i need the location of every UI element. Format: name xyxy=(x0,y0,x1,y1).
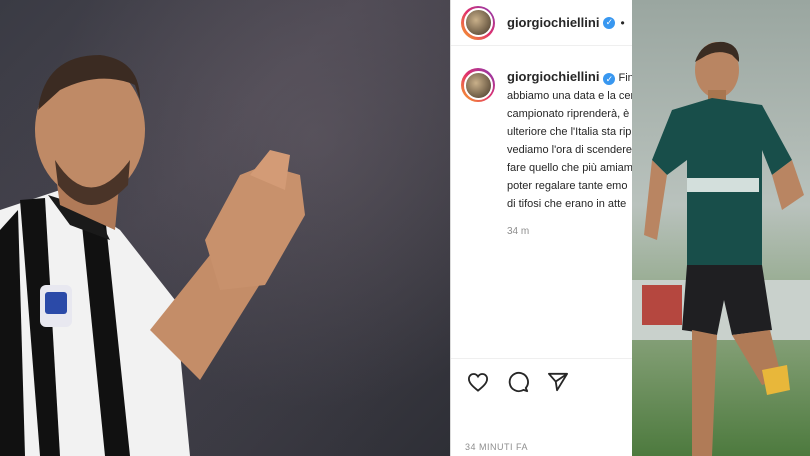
avatar[interactable] xyxy=(463,8,493,37)
caption-story-ring[interactable] xyxy=(461,68,495,102)
header-username[interactable]: giorgiochiellini xyxy=(507,15,599,30)
post-actions xyxy=(451,358,656,404)
caption-username[interactable]: giorgiochiellini xyxy=(507,69,599,84)
photo-training-player xyxy=(632,0,810,456)
training-player-illustration xyxy=(632,41,810,456)
heart-icon[interactable] xyxy=(467,372,489,392)
story-ring[interactable] xyxy=(461,5,495,40)
caption-comment: giorgiochiellini✓ Finalme abbiamo una da… xyxy=(451,46,656,241)
comment-icon[interactable] xyxy=(507,371,529,393)
verified-badge-icon: ✓ xyxy=(603,16,616,29)
verified-badge-icon: ✓ xyxy=(603,73,616,85)
caption-avatar[interactable] xyxy=(463,70,493,100)
post-time: 34 MINUTI FA xyxy=(465,442,529,452)
header-dot: • xyxy=(620,15,625,30)
applauding-player-illustration xyxy=(0,55,305,456)
share-icon[interactable] xyxy=(547,372,569,392)
instagram-post: giorgiochiellini ✓ • giorgiochiellini✓ F… xyxy=(450,0,657,456)
photo-applauding-player xyxy=(0,0,450,456)
post-header: giorgiochiellini ✓ • xyxy=(451,0,656,46)
